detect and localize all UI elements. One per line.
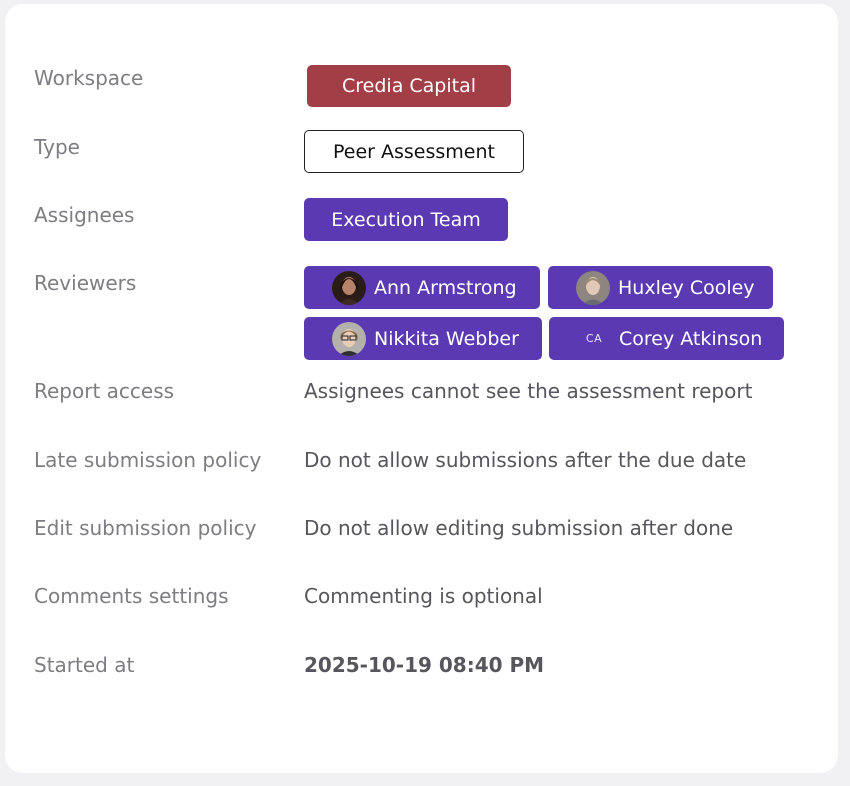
edit-submission-value: Do not allow editing submission after do… xyxy=(304,516,734,540)
late-submission-value: Do not allow submissions after the due d… xyxy=(304,448,747,472)
type-label: Type xyxy=(34,135,80,159)
workspace-chip[interactable]: Credia Capital xyxy=(307,65,511,107)
reviewer-chip[interactable]: Nikkita Webber xyxy=(304,317,542,360)
reviewer-name: Corey Atkinson xyxy=(619,327,763,350)
assignees-label: Assignees xyxy=(34,203,135,227)
avatar xyxy=(332,270,366,305)
reviewers-label: Reviewers xyxy=(34,271,137,295)
avatar xyxy=(332,321,366,356)
reviewer-chip[interactable]: Ann Armstrong xyxy=(304,266,540,309)
assignee-team-label: Execution Team xyxy=(331,208,481,231)
assessment-details-card: Workspace Credia Capital Type Peer Asses… xyxy=(5,4,838,773)
edit-submission-label: Edit submission policy xyxy=(34,516,257,540)
workspace-label: Workspace xyxy=(34,66,144,90)
type-chip-label: Peer Assessment xyxy=(333,140,495,163)
late-submission-label: Late submission policy xyxy=(34,448,262,472)
assignee-team-chip[interactable]: Execution Team xyxy=(304,198,508,241)
started-at-label: Started at xyxy=(34,653,135,677)
reviewer-chip[interactable]: Huxley Cooley xyxy=(548,266,773,309)
comments-settings-label: Comments settings xyxy=(34,584,229,608)
workspace-chip-label: Credia Capital xyxy=(342,75,476,97)
report-access-value: Assignees cannot see the assessment repo… xyxy=(304,379,753,403)
type-chip: Peer Assessment xyxy=(304,130,524,173)
reviewer-chip[interactable]: CA Corey Atkinson xyxy=(549,317,784,360)
reviewer-name: Ann Armstrong xyxy=(374,276,517,299)
report-access-label: Report access xyxy=(34,379,175,403)
started-at-value: 2025-10-19 08:40 PM xyxy=(304,653,545,677)
comments-settings-value: Commenting is optional xyxy=(304,584,543,608)
avatar: CA xyxy=(585,332,603,345)
reviewer-name: Nikkita Webber xyxy=(374,327,519,350)
avatar xyxy=(576,270,610,305)
reviewer-name: Huxley Cooley xyxy=(618,276,755,299)
